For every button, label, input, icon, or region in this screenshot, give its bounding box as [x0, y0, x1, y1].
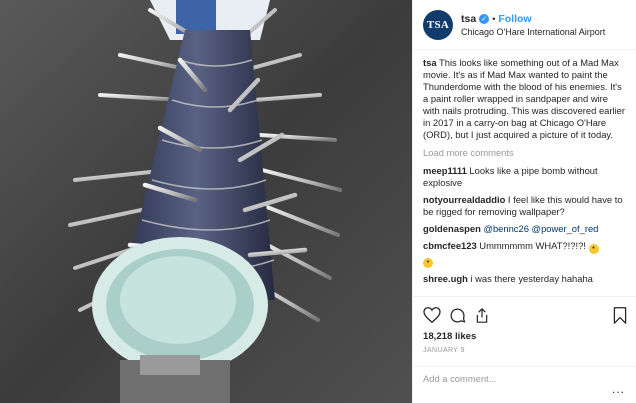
more-options-icon[interactable]: ...: [612, 382, 625, 396]
comment-item: goldenaspen @bennc26 @power_of_red: [423, 223, 626, 235]
confused-face-emoji-icon: •: [588, 244, 599, 254]
comment-bubble-icon[interactable]: [449, 307, 466, 324]
add-comment-field[interactable]: Add a comment... ...: [413, 366, 636, 403]
mention-link[interactable]: @power_of_red: [532, 223, 599, 234]
share-icon[interactable]: [474, 307, 490, 324]
verified-badge-icon: ✓: [479, 13, 490, 24]
header-user-row: tsa ✓ • Follow: [461, 13, 605, 25]
location-link[interactable]: Chicago O'Hare International Airport: [461, 27, 605, 37]
mention-link[interactable]: @bennc26: [483, 223, 529, 234]
post-actions: 18,218 likes JANUARY 9: [413, 296, 636, 354]
comment-item: shree.ugh i was there yesterday hahaha: [423, 273, 626, 285]
comment-item: cbmcfee123 Ummmmmm WHAT?!?!?! • •: [423, 240, 626, 268]
comment-item: meep1111 Looks like a pipe bomb without …: [423, 165, 626, 189]
comment-text: i was there yesterday hahaha: [470, 273, 593, 284]
heart-icon[interactable]: [423, 307, 441, 323]
load-more-comments-button[interactable]: Load more comments: [423, 147, 626, 159]
header-text: tsa ✓ • Follow Chicago O'Hare Internatio…: [461, 13, 605, 37]
follow-button[interactable]: Follow: [498, 13, 531, 25]
comment-username[interactable]: shree.ugh: [423, 273, 468, 284]
caption-text: This looks like something out of a Mad M…: [423, 57, 626, 140]
caption-username[interactable]: tsa: [423, 57, 437, 68]
avatar[interactable]: TSA: [423, 9, 453, 40]
post-details-panel: TSA tsa ✓ • Follow Chicago O'Hare Intern…: [412, 0, 636, 403]
comment-username[interactable]: cbmcfee123: [423, 240, 477, 251]
bookmark-icon[interactable]: [613, 306, 627, 324]
comments-list: tsa This looks like something out of a M…: [413, 50, 636, 290]
post-date: JANUARY 9: [423, 347, 465, 354]
post-photo[interactable]: [0, 0, 412, 403]
comment-username[interactable]: goldenaspen: [423, 223, 481, 234]
comment-text: Ummmmmm WHAT?!?!?!: [479, 240, 586, 251]
action-icons-row: [423, 305, 627, 325]
post-caption: tsa This looks like something out of a M…: [423, 57, 626, 141]
post-header: TSA tsa ✓ • Follow Chicago O'Hare Intern…: [413, 0, 636, 50]
comment-username[interactable]: meep1111: [423, 165, 467, 176]
comment-item: notyourrealdaddio I feel like this would…: [423, 194, 626, 218]
sad-face-emoji-icon: •: [423, 258, 433, 268]
comment-username[interactable]: notyourrealdaddio: [423, 194, 505, 205]
spiked-roller-image: [0, 0, 412, 403]
separator-dot: •: [492, 13, 496, 24]
likes-count[interactable]: 18,218 likes: [423, 331, 627, 342]
username-link[interactable]: tsa: [461, 13, 476, 25]
add-comment-placeholder: Add a comment...: [423, 373, 497, 384]
